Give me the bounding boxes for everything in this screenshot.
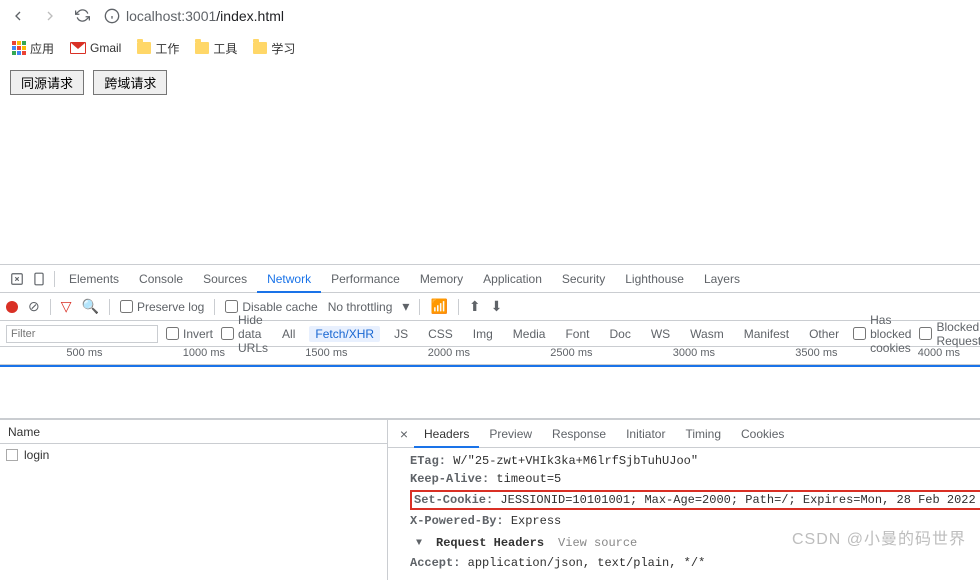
type-fetch-xhr[interactable]: Fetch/XHR: [309, 326, 380, 342]
page-content: 同源请求 跨域请求: [0, 64, 980, 264]
search-icon[interactable]: 🔍: [82, 298, 99, 315]
apps-shortcut[interactable]: 应用: [8, 38, 58, 59]
close-icon[interactable]: ×: [394, 426, 414, 442]
detail-tab-initiator[interactable]: Initiator: [616, 420, 675, 448]
type-img[interactable]: Img: [467, 326, 499, 342]
bookmark-work[interactable]: 工作: [133, 38, 183, 59]
tab-security[interactable]: Security: [552, 265, 615, 293]
back-icon[interactable]: [8, 6, 28, 26]
chevron-down-icon[interactable]: ▾: [402, 298, 409, 315]
detail-tab-headers[interactable]: Headers: [414, 420, 479, 448]
detail-tab-response[interactable]: Response: [542, 420, 616, 448]
same-origin-button[interactable]: 同源请求: [10, 70, 84, 95]
apps-label: 应用: [30, 40, 54, 57]
folder-icon: [195, 42, 209, 54]
blocked-requests-checkbox[interactable]: Blocked Requests: [919, 320, 980, 348]
gmail-icon: [70, 42, 86, 54]
request-name: login: [24, 448, 49, 462]
type-other[interactable]: Other: [803, 326, 845, 342]
reload-icon[interactable]: [72, 6, 92, 26]
bookmarks-bar: 应用 Gmail 工作 工具 学习: [0, 32, 980, 64]
bookmark-study[interactable]: 学习: [249, 38, 299, 59]
header-etag: ETag: W/"25-zwt+VHIk3ka+M6lrfSjbTuhUJoo": [410, 452, 970, 470]
type-css[interactable]: CSS: [422, 326, 459, 342]
request-headers-section[interactable]: ▼Request HeadersView source: [410, 530, 970, 554]
folder-icon: [137, 42, 151, 54]
timeline-overview[interactable]: [0, 365, 980, 419]
devtools-panel: Elements Console Sources Network Perform…: [0, 264, 980, 580]
inspect-icon[interactable]: [6, 272, 28, 286]
tab-application[interactable]: Application: [473, 265, 552, 293]
detail-tab-timing[interactable]: Timing: [675, 420, 731, 448]
apps-icon: [12, 41, 26, 55]
wifi-icon[interactable]: 📶: [430, 298, 447, 315]
record-icon[interactable]: [6, 301, 18, 313]
timeline-ruler: 500 ms1000 ms1500 ms2000 ms2500 ms3000 m…: [0, 347, 980, 365]
tab-sources[interactable]: Sources: [193, 265, 257, 293]
tab-console[interactable]: Console: [129, 265, 193, 293]
tab-elements[interactable]: Elements: [59, 265, 129, 293]
filter-icon[interactable]: ▽: [61, 298, 72, 315]
tab-lighthouse[interactable]: Lighthouse: [615, 265, 694, 293]
forward-icon[interactable]: [40, 6, 60, 26]
tab-performance[interactable]: Performance: [321, 265, 410, 293]
filter-input[interactable]: [6, 325, 158, 343]
address-bar[interactable]: localhost:3001/index.html: [104, 2, 972, 30]
header-keep-alive: Keep-Alive: timeout=5: [410, 470, 970, 488]
detail-tab-cookies[interactable]: Cookies: [731, 420, 794, 448]
preserve-log-checkbox[interactable]: Preserve log: [120, 300, 204, 314]
device-icon[interactable]: [28, 272, 50, 286]
upload-icon[interactable]: ⬆: [469, 298, 481, 315]
cross-origin-button[interactable]: 跨域请求: [93, 70, 167, 95]
type-all[interactable]: All: [276, 326, 301, 342]
type-media[interactable]: Media: [507, 326, 552, 342]
column-header-name[interactable]: Name: [0, 420, 387, 444]
request-row[interactable]: login: [0, 444, 387, 466]
detail-tab-preview[interactable]: Preview: [479, 420, 542, 448]
header-set-cookie: Set-Cookie: JESSIONID=10101001; Max-Age=…: [410, 488, 970, 512]
file-icon: [6, 449, 18, 461]
header-x-powered-by: X-Powered-By: Express: [410, 512, 970, 530]
clear-icon[interactable]: ⊘: [28, 298, 40, 315]
tab-memory[interactable]: Memory: [410, 265, 473, 293]
folder-icon: [253, 42, 267, 54]
disable-cache-checkbox[interactable]: Disable cache: [225, 300, 317, 314]
tab-layers[interactable]: Layers: [694, 265, 750, 293]
type-ws[interactable]: WS: [645, 326, 676, 342]
type-font[interactable]: Font: [559, 326, 595, 342]
throttling-select[interactable]: No throttling: [328, 300, 393, 314]
type-manifest[interactable]: Manifest: [738, 326, 795, 342]
type-doc[interactable]: Doc: [603, 326, 636, 342]
tab-network[interactable]: Network: [257, 265, 321, 293]
bookmark-gmail[interactable]: Gmail: [66, 39, 125, 57]
header-accept: Accept: application/json, text/plain, */…: [410, 554, 970, 572]
type-wasm[interactable]: Wasm: [684, 326, 730, 342]
site-info-icon[interactable]: [104, 8, 120, 24]
download-icon[interactable]: ⬇: [491, 298, 503, 315]
bookmark-tools[interactable]: 工具: [191, 38, 241, 59]
type-js[interactable]: JS: [388, 326, 414, 342]
invert-checkbox[interactable]: Invert: [166, 327, 213, 341]
url-text: localhost:3001/index.html: [126, 8, 284, 24]
